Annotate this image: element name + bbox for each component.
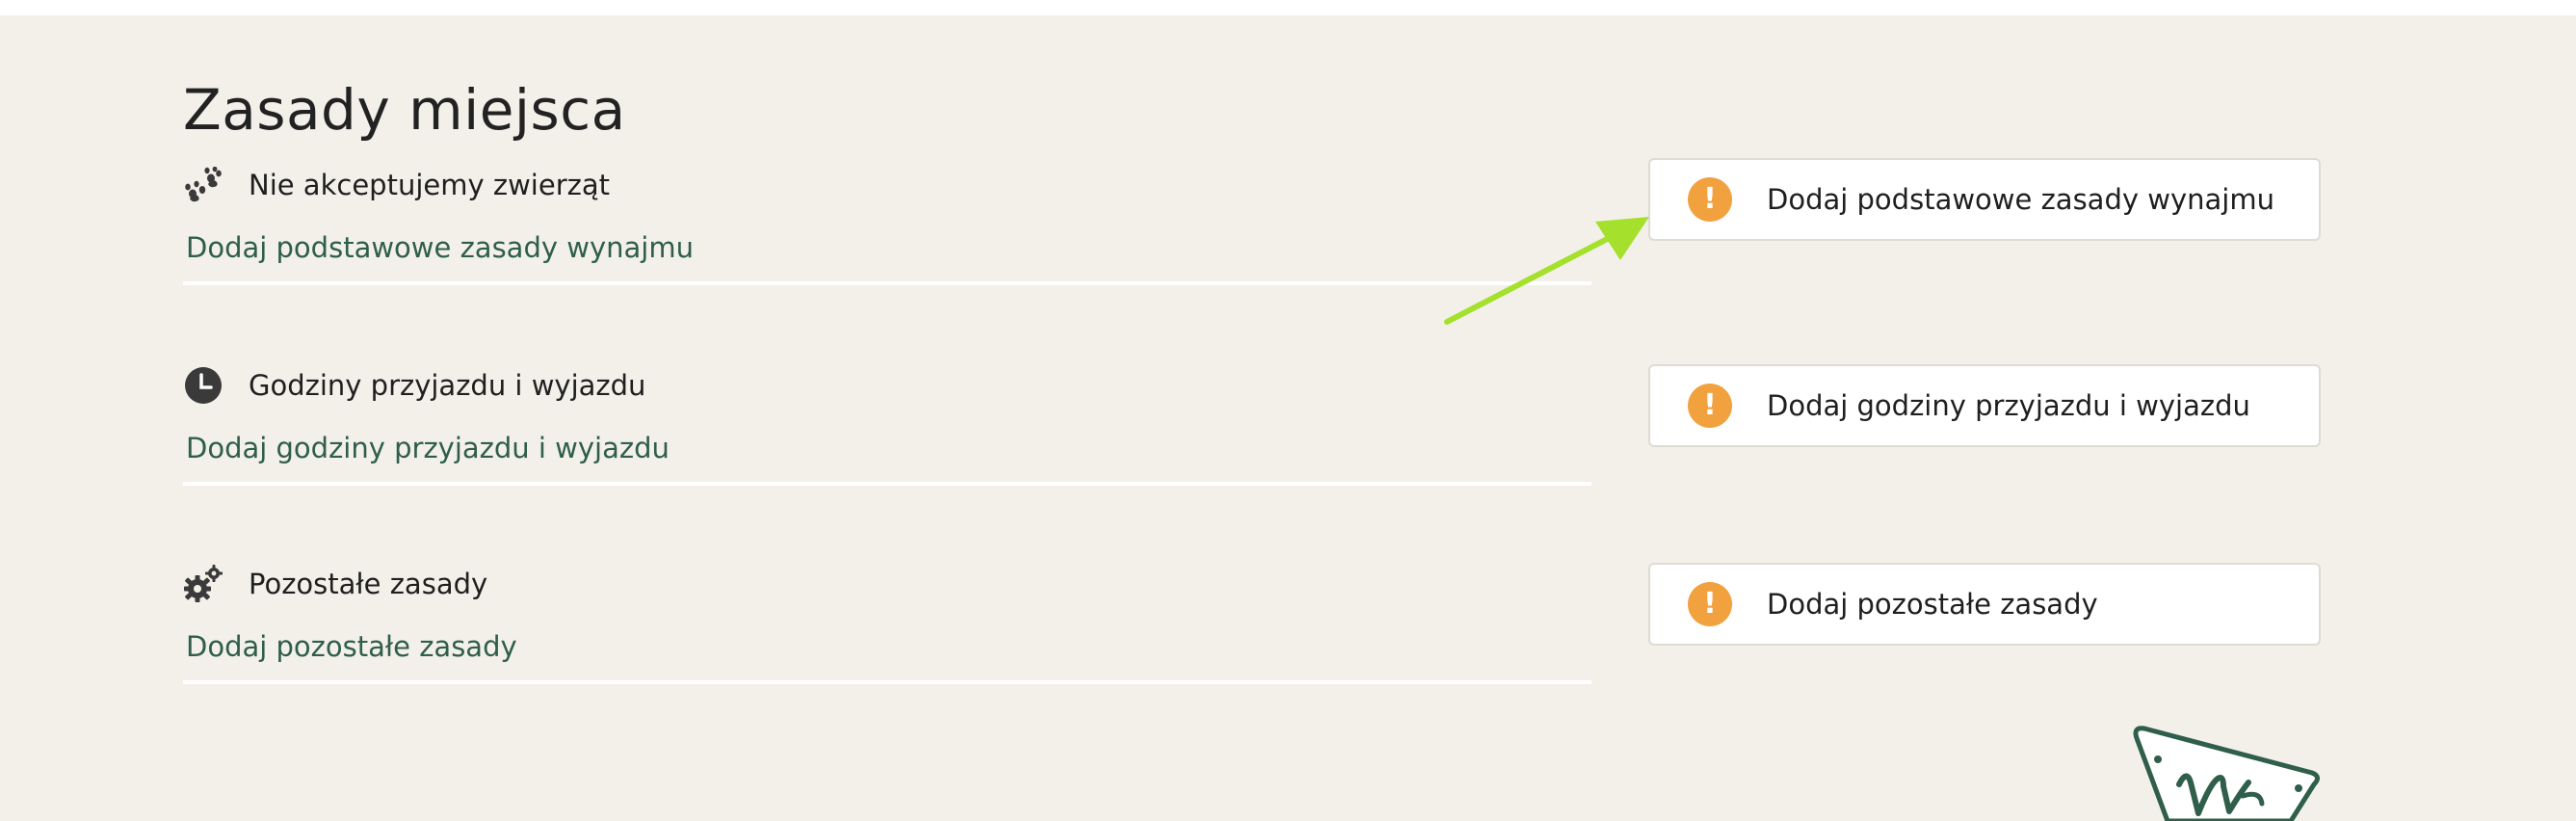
add-checkin-hours-link[interactable]: Dodaj godziny przyjazdu i wyjazdu (186, 432, 670, 464)
divider (183, 482, 1591, 486)
add-other-rules-link[interactable]: Dodaj pozostałe zasady (186, 630, 517, 663)
warning-label: Dodaj pozostałe zasady (1767, 588, 2098, 621)
warning-label: Dodaj godziny przyjazdu i wyjazdu (1767, 389, 2250, 422)
rule-header: Nie akceptujemy zwierząt (183, 166, 610, 204)
clock-icon (183, 365, 223, 406)
warning-card-other-rules[interactable]: ! Dodaj pozostałe zasady (1648, 563, 2321, 646)
divider (183, 680, 1591, 684)
warning-card-checkin-hours[interactable]: ! Dodaj godziny przyjazdu i wyjazdu (1648, 364, 2321, 447)
rule-header: Pozostałe zasady (183, 565, 487, 603)
brand-badge-icon (2133, 726, 2320, 821)
add-basic-rules-link[interactable]: Dodaj podstawowe zasady wynajmu (186, 231, 694, 264)
divider (183, 281, 1591, 285)
rule-title: Godziny przyjazdu i wyjazdu (249, 369, 646, 402)
rule-title: Pozostałe zasady (249, 568, 488, 600)
warning-icon: ! (1688, 582, 1732, 626)
gears-icon (183, 564, 223, 604)
warning-label: Dodaj podstawowe zasady wynajmu (1767, 183, 2274, 216)
page-title: Zasady miejsca (183, 77, 626, 143)
warning-icon: ! (1688, 177, 1732, 222)
warning-icon: ! (1688, 384, 1732, 428)
top-header-strip (0, 0, 2576, 15)
rule-header: Godziny przyjazdu i wyjazdu (183, 366, 645, 405)
paw-icon (183, 165, 223, 205)
rule-title: Nie akceptujemy zwierząt (249, 169, 610, 201)
warning-card-basic-rules[interactable]: ! Dodaj podstawowe zasady wynajmu (1648, 158, 2321, 241)
